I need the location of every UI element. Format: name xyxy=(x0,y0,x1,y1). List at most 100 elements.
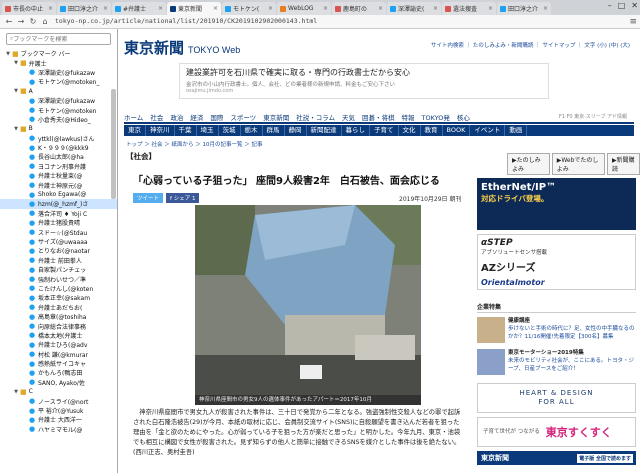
expand-arrow-icon[interactable]: ▼ xyxy=(12,389,20,395)
bookmark-item[interactable]: ● ヨコナン刑事弁護 xyxy=(0,162,117,171)
tab-6[interactable]: 鹿島町の × xyxy=(332,2,386,15)
tab-close-icon[interactable]: × xyxy=(323,5,328,12)
heart-design-banner[interactable]: HEART & DESIGN FOR ALL xyxy=(477,383,636,413)
nav-item[interactable]: 特報 xyxy=(402,112,415,122)
right-tab[interactable]: ▶Webでたのしよみ xyxy=(551,153,605,175)
nav-item[interactable]: 社会 xyxy=(150,112,163,122)
bookmark-item[interactable]: ● モトケン(@motoken xyxy=(0,105,117,115)
region-nav-item[interactable]: 神奈川 xyxy=(146,125,175,136)
bookmark-search-input[interactable] xyxy=(13,35,104,43)
region-nav-item[interactable]: 栃木 xyxy=(241,125,263,136)
breadcrumb[interactable]: トップ ＞ 社会 ＞ 紙面から ＞ 10月の記事一覧 ＞ 記事 xyxy=(126,140,263,148)
bookmark-item[interactable]: ● 落合洋司 ♦ Yoji C xyxy=(0,209,117,218)
nav-item[interactable]: ホーム xyxy=(124,112,143,122)
tab-0[interactable]: 市長の中止 × xyxy=(2,2,56,15)
tab-9[interactable]: 田口淳之介 × xyxy=(497,2,551,15)
bookmark-item[interactable]: ● サイズ(@uwaaaa xyxy=(0,237,117,247)
tab-close-icon[interactable]: × xyxy=(213,5,218,12)
expand-arrow-icon[interactable]: ▼ xyxy=(12,60,20,66)
bookmark-item[interactable]: ● 橋本太地(弁護士 xyxy=(0,331,117,340)
nav-item[interactable]: 経済 xyxy=(190,112,203,122)
region-nav-item[interactable]: 子育て xyxy=(370,125,399,136)
expand-arrow-icon[interactable]: ▼ xyxy=(4,51,12,57)
bookmark-item[interactable]: ● かもんろ(鴨志田 xyxy=(0,368,117,378)
tab-2[interactable]: #弁護士 × xyxy=(112,2,166,15)
bookmark-item[interactable]: ● こたけんし(@koten xyxy=(0,284,117,293)
close-window-button[interactable]: ✕ xyxy=(631,1,638,10)
tab-close-icon[interactable]: × xyxy=(488,5,493,12)
region-nav-item[interactable]: 文化 xyxy=(399,125,421,136)
nav-item[interactable]: 政治 xyxy=(170,112,183,122)
tab-close-icon[interactable]: × xyxy=(378,5,383,12)
bookmark-item[interactable]: ● 弁護士 前田拳人 xyxy=(0,256,117,265)
bookmark-item[interactable]: ● 弁護士 大西洋一 xyxy=(0,415,117,425)
region-nav-item[interactable]: 教育 xyxy=(421,125,443,136)
bookmark-search[interactable]: ⌕ xyxy=(6,33,111,45)
right-tab[interactable]: ▶たのしみよみ xyxy=(507,153,550,175)
tab-close-icon[interactable]: × xyxy=(103,5,108,12)
tab-close-icon[interactable]: × xyxy=(48,5,53,12)
bookmark-item[interactable]: ● モトケン(@motoken_ xyxy=(0,77,117,87)
region-nav-item[interactable]: 東京 xyxy=(124,125,146,136)
region-nav-item[interactable]: BOOK xyxy=(443,125,471,136)
bookmark-item[interactable]: ● 小倉秀夫(@Hideo_ xyxy=(0,115,117,124)
tab-close-icon[interactable]: × xyxy=(268,5,273,12)
tab-close-icon[interactable]: × xyxy=(433,5,438,12)
region-nav-item[interactable]: 群馬 xyxy=(263,125,285,136)
bookmark-folder[interactable]: ▼ ■ 弁護士 xyxy=(0,58,117,68)
bookmark-item[interactable]: ● 高島章(@toshiha xyxy=(0,312,117,322)
forward-button[interactable]: → xyxy=(15,17,27,26)
facebook-share-button[interactable]: f シェア 1 xyxy=(166,193,200,203)
back-button[interactable]: ← xyxy=(3,17,15,26)
reload-button[interactable]: ↻ xyxy=(27,17,39,26)
bookmark-item[interactable]: ● 自家製パンチェッ xyxy=(0,265,117,275)
nav-item[interactable]: 核心 xyxy=(457,112,470,122)
ad-banner[interactable]: 建設業許可を石川県で確実に取る・専門の行政書士だから安心 金沢市の小山内行政書士… xyxy=(179,63,549,99)
bookmark-item[interactable]: ● 強制わいせつ／準 xyxy=(0,274,117,284)
tokyo-np-banner[interactable]: 東京新聞 電子版 全国で読めます xyxy=(477,451,636,465)
region-nav-item[interactable]: 動画 xyxy=(505,125,528,136)
bookmark-item[interactable]: ● 坂本正幸(@sakam xyxy=(0,293,117,303)
address-bar[interactable]: tokyo-np.co.jp/article/national/list/201… xyxy=(55,16,355,27)
bookmark-item[interactable]: ● 弁護士猪股貴晴 xyxy=(0,218,117,228)
tab-1[interactable]: 田口淳之介 × xyxy=(57,2,111,15)
region-nav-item[interactable]: 静岡 xyxy=(285,125,307,136)
bookmark-item[interactable]: ● hzm(@_hzmf_)さ xyxy=(0,199,117,209)
bookmark-item[interactable]: ● 向原総合法律事務 xyxy=(0,321,117,331)
bookmark-item[interactable]: ● SANO, Ayako/佐 xyxy=(0,378,117,387)
bookmark-item[interactable]: ● yttkl(@lawkus)さん xyxy=(0,134,117,143)
bookmark-item[interactable]: ● 深澤諭史(@fukazaw xyxy=(0,68,117,77)
bookmark-folder[interactable]: ▼ ■ C xyxy=(0,387,117,396)
bookmark-item[interactable]: ● ハヤミマモル(@ xyxy=(0,425,117,434)
tab-4[interactable]: モトケン(× xyxy=(222,2,276,15)
nav-item[interactable]: 囲碁・将棋 xyxy=(362,112,395,122)
bookmark-item[interactable]: ● 弁護士秋量束(@ xyxy=(0,171,117,181)
bookmark-item[interactable]: ● Shoko Egawa(@ xyxy=(0,190,117,199)
tab-7[interactable]: 深澤諭史(× xyxy=(387,2,441,15)
bookmark-item[interactable]: ● 深澤諭史(@fukazaw xyxy=(0,96,117,106)
bookmark-item[interactable]: ● 弁護士ひろ(@adv xyxy=(0,340,117,350)
ethernet-ad[interactable]: EtherNet/IP™ 対応ドライバ登場。 xyxy=(477,178,636,230)
astep-ad[interactable]: αSTEP アブソリュートセンサ搭載 AZシリーズ Orientalmotor xyxy=(477,234,636,290)
expand-arrow-icon[interactable]: ▼ xyxy=(12,88,20,94)
bookmark-folder[interactable]: ▼ ■ ブックマーク バー xyxy=(0,49,117,59)
bookmark-item[interactable]: ● 弁護士あだちお( xyxy=(0,303,117,312)
bookmark-item[interactable]: ● 感熱紙サイコキャ xyxy=(0,359,117,369)
bookmark-item[interactable]: ● とりなお(@naotar xyxy=(0,246,117,256)
top-links[interactable]: サイト内検索 ｜ たのしみよみ・新聞購読 ｜ サイトマップ ｜ 文字 (小) (… xyxy=(431,41,630,49)
bookmark-item[interactable]: ● ノースライ(@nort xyxy=(0,396,117,406)
nav-item[interactable]: 国際 xyxy=(210,112,223,122)
bookmark-folder[interactable]: ▼ ■ A xyxy=(0,87,117,96)
tab-close-icon[interactable]: × xyxy=(543,5,548,12)
tab-8[interactable]: 遺法捜査 × xyxy=(442,2,496,15)
bookmark-item[interactable]: ● 平 裕介(@Yusuk xyxy=(0,406,117,416)
nav-item[interactable]: TOKYO発 xyxy=(422,112,450,122)
region-nav-item[interactable]: 茨城 xyxy=(219,125,241,136)
region-nav-item[interactable]: イベント xyxy=(470,125,506,136)
region-nav-item[interactable]: 暮らし xyxy=(342,125,370,136)
bookmark-item[interactable]: ● 長谷山太郎(@ha xyxy=(0,152,117,162)
bookmark-item[interactable]: ● K・９９９(@kkk9 xyxy=(0,143,117,153)
bookmark-item[interactable]: ● 村松 謙(@kmurar xyxy=(0,350,117,359)
nav-item[interactable]: 社説・コラム xyxy=(296,112,335,122)
menu-icon[interactable]: ≡ xyxy=(629,17,637,27)
